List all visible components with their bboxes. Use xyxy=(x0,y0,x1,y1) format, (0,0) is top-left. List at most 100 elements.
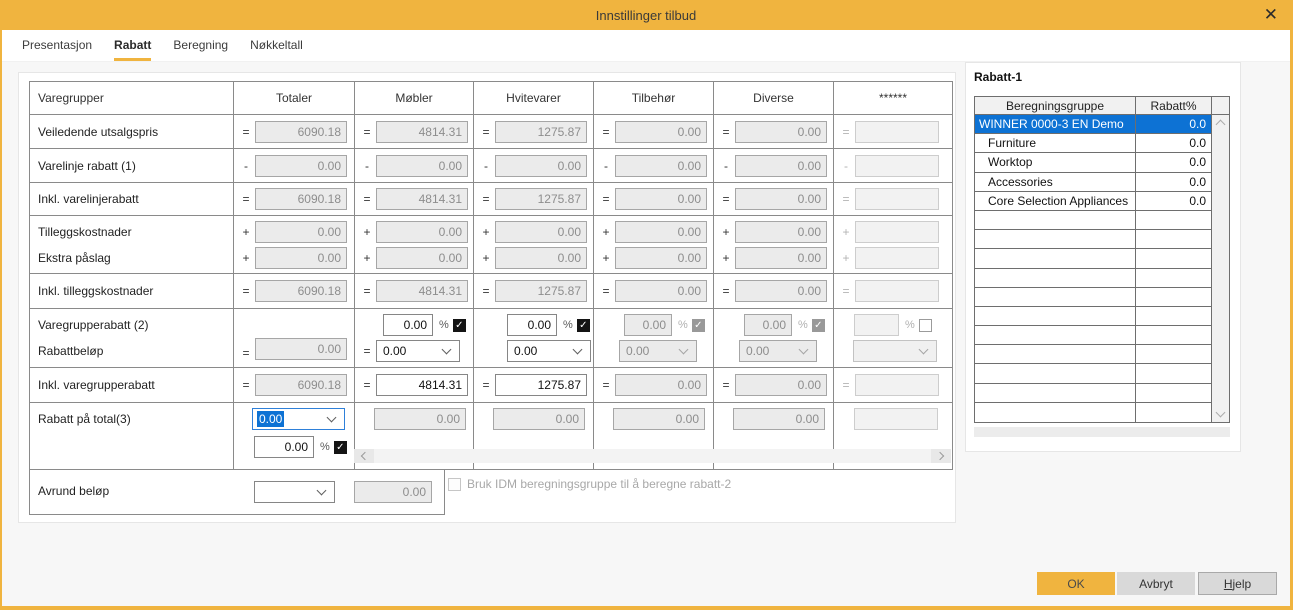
tab-nokkeltall[interactable]: Nøkkeltall xyxy=(250,30,303,61)
operator: = xyxy=(363,344,371,358)
chevron-down-icon xyxy=(441,344,452,354)
rabatt1-row-value[interactable]: 0.0 xyxy=(1136,115,1212,135)
scroll-up-icon[interactable] xyxy=(1215,119,1226,130)
stacked-line: + xyxy=(594,246,713,269)
cancel-button-label: Avbryt xyxy=(1139,576,1173,591)
rabatt1-row-name[interactable]: Accessories xyxy=(975,172,1136,192)
cell-veiledende-utsalgspris-hvitevarer: = xyxy=(474,115,594,149)
operator: = xyxy=(242,378,250,392)
cell-inkl-tilleggskostnader-mobler: = xyxy=(355,274,474,309)
percent-checkbox-col-6 xyxy=(918,318,932,332)
cell-inkl-varegrupperabatt-tilbehor: = xyxy=(594,368,714,403)
operator: - xyxy=(724,158,728,173)
cell-varegrupperabatt-totaler: = xyxy=(234,309,355,368)
field-varelinje-rabatt-1-tilbehor xyxy=(615,154,707,177)
rabatt1-row-value[interactable]: 0.0 xyxy=(1136,172,1212,192)
field-tilleggskostnader-hvitevarer xyxy=(495,220,587,243)
stacked-line: + xyxy=(714,220,833,243)
field-total-discount-hvitevarer xyxy=(493,408,585,430)
chevron-right-icon xyxy=(935,451,945,461)
operator: + xyxy=(722,250,730,265)
field-varelinje-rabatt-1-mobler xyxy=(376,154,468,177)
settings-dialog: Innstillinger tilbud ✕ Presentasjon Rabat… xyxy=(0,0,1293,610)
field-ekstra-paslag-diverse xyxy=(735,246,827,269)
ok-button[interactable]: OK xyxy=(1037,572,1115,595)
operator: + xyxy=(602,250,610,265)
field-inkl-varegrupperabatt-mobler[interactable] xyxy=(376,374,468,396)
round-amount-select[interactable] xyxy=(254,481,335,503)
field-total-discount-pct[interactable] xyxy=(254,436,314,458)
cell-veiledende-utsalgspris-col-6: = xyxy=(834,115,952,149)
rabatt1-row-value[interactable]: 0.0 xyxy=(1136,191,1212,211)
total-discount-percent-checkbox[interactable] xyxy=(333,440,347,454)
group-discount-select-mobler-value: 0.00 xyxy=(383,344,407,358)
scroll-left-button[interactable] xyxy=(354,449,374,463)
cell-varelinje-rabatt-1-totaler: - xyxy=(234,149,355,183)
rabatt1-vertical-scrollbar[interactable] xyxy=(1212,115,1229,422)
field-tilleggskostnader-diverse xyxy=(735,220,827,243)
rabatt1-row-value xyxy=(1136,326,1212,346)
group-discount-select-col-6 xyxy=(853,340,937,362)
percent-checkbox-hvitevarer[interactable] xyxy=(576,318,590,332)
rabatt1-row-value xyxy=(1136,383,1212,403)
rabatt1-row-value[interactable]: 0.0 xyxy=(1136,153,1212,173)
total-discount-select[interactable]: 0.00 xyxy=(252,408,345,430)
operator: + xyxy=(602,224,610,239)
cell-inkl-varelinjerabatt-col-6: = xyxy=(834,183,952,216)
matrix-header-varegrupper: Varegrupper xyxy=(30,82,234,115)
matrix-header-col-6: ****** xyxy=(834,82,952,115)
idm-checkbox xyxy=(448,477,461,491)
ok-button-label: OK xyxy=(1067,576,1085,591)
field-inkl-varegrupperabatt-hvitevarer[interactable] xyxy=(495,374,587,396)
rabatt1-horizontal-scrollbar[interactable] xyxy=(974,427,1230,437)
operator: = xyxy=(482,124,490,139)
rabatt1-row-name[interactable]: WINNER 0000-3 EN Demo xyxy=(975,115,1136,135)
operator: = xyxy=(842,192,850,206)
field-inkl-varelinjerabatt-hvitevarer xyxy=(495,188,587,210)
field-inkl-varelinjerabatt-col-6 xyxy=(855,188,939,210)
close-icon[interactable]: ✕ xyxy=(1264,3,1278,27)
field-group-discount-pct-hvitevarer[interactable] xyxy=(507,314,557,336)
scroll-right-button[interactable] xyxy=(931,449,951,463)
operator: + xyxy=(842,224,850,239)
field-group-discount-pct-mobler[interactable] xyxy=(383,314,433,336)
percent-checkbox-mobler[interactable] xyxy=(452,318,466,332)
operator: - xyxy=(604,158,608,173)
rabatt1-row-value xyxy=(1136,364,1212,384)
stacked-fields: ++ xyxy=(834,220,952,269)
cell-inkl-varelinjerabatt-mobler: = xyxy=(355,183,474,216)
rabatt1-row-name[interactable]: Core Selection Appliances xyxy=(975,191,1136,211)
tab-beregning[interactable]: Beregning xyxy=(173,30,228,61)
cell-varegrupperabatt-col-6: % xyxy=(834,309,952,368)
rabatt1-row-name[interactable]: Worktop xyxy=(975,153,1136,173)
operator: + xyxy=(482,224,490,239)
rabatt1-row-name[interactable]: Furniture xyxy=(975,134,1136,154)
field-varelinje-rabatt-1-diverse xyxy=(735,154,827,177)
operator: = xyxy=(722,124,730,139)
field-total-discount-col-6 xyxy=(854,408,938,430)
operator: + xyxy=(363,224,371,239)
scroll-down-icon[interactable] xyxy=(1215,407,1226,418)
row-label-varegrupperabatt-2: Varegrupperabatt (2) Rabattbeløp xyxy=(30,309,234,368)
group-discount-select-mobler[interactable]: 0.00 xyxy=(376,340,460,362)
operator: = xyxy=(722,192,730,206)
tab-rabatt[interactable]: Rabatt xyxy=(114,30,152,61)
percent-label: % xyxy=(798,319,808,331)
horizontal-scrollbar[interactable] xyxy=(354,449,951,463)
cell-inkl-varegrupperabatt-diverse: = xyxy=(714,368,834,403)
rabatt1-row-value[interactable]: 0.0 xyxy=(1136,134,1212,154)
field-inkl-tilleggskostnader-tilbehor xyxy=(615,280,707,302)
group-discount-select-hvitevarer[interactable]: 0.00 xyxy=(507,340,591,362)
help-button[interactable]: Hjelp xyxy=(1198,572,1277,595)
cancel-button[interactable]: Avbryt xyxy=(1117,572,1195,595)
field-tilleggskostnader-tilbehor xyxy=(615,220,707,243)
tab-presentasjon[interactable]: Presentasjon xyxy=(22,30,92,61)
operator: - xyxy=(484,158,488,173)
matrix-header-tilbehor: Tilbehør xyxy=(594,82,714,115)
field-inkl-varegrupperabatt-diverse xyxy=(735,374,827,396)
operator: = xyxy=(482,284,490,298)
stacked-line: + xyxy=(355,246,473,269)
percent-line: % xyxy=(624,314,713,336)
field-ekstra-paslag-totaler xyxy=(255,246,347,269)
row-label-inkl-varegrupperabatt: Inkl. varegrupperabatt xyxy=(30,368,234,403)
